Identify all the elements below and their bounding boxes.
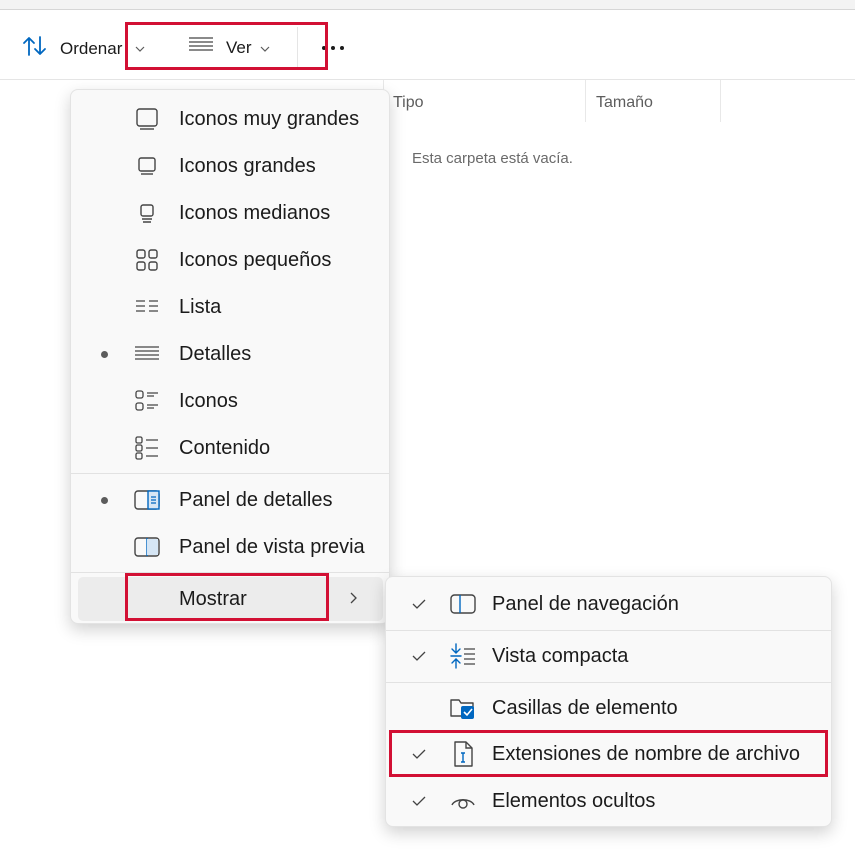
menu-item-label: Contenido xyxy=(179,436,271,459)
submenu-item-label: Vista compacta xyxy=(492,644,629,667)
item-checkboxes-icon xyxy=(449,694,477,722)
extra-large-icons-icon xyxy=(134,106,160,132)
menu-item-medium-icons[interactable]: Iconos medianos xyxy=(71,191,389,235)
empty-folder-message: Esta carpeta está vacía. xyxy=(412,150,573,167)
checkmark-icon xyxy=(410,647,428,665)
navigation-pane-icon xyxy=(449,590,477,618)
sort-button-label: Ordenar xyxy=(60,38,123,58)
checkmark-icon xyxy=(410,595,428,613)
submenu-item-navigation-pane[interactable]: Panel de navegación xyxy=(386,581,831,627)
window-top-edge xyxy=(0,0,855,10)
selected-bullet-icon xyxy=(101,496,108,504)
sort-icon xyxy=(22,35,48,62)
menu-divider xyxy=(386,682,831,683)
menu-item-label: Iconos muy grandes xyxy=(179,107,360,130)
show-submenu: Panel de navegación Vista compacta Casil… xyxy=(385,576,832,827)
medium-icons-icon xyxy=(134,200,160,226)
selected-bullet-icon xyxy=(101,350,108,358)
highlight-box xyxy=(125,22,328,70)
submenu-item-label: Elementos ocultos xyxy=(492,789,656,812)
sort-button[interactable]: Ordenar xyxy=(22,35,122,62)
menu-item-small-icons[interactable]: Iconos pequeños xyxy=(71,238,389,282)
menu-item-list[interactable]: Lista xyxy=(71,285,389,329)
menu-item-label: Panel de detalles xyxy=(179,488,333,511)
view-menu: Iconos muy grandes Iconos grandes Iconos… xyxy=(70,89,390,624)
chevron-right-icon xyxy=(347,588,359,611)
menu-item-label: Lista xyxy=(179,295,222,318)
menu-item-extra-large-icons[interactable]: Iconos muy grandes xyxy=(71,97,389,141)
tiles-icon xyxy=(134,388,160,414)
menu-divider xyxy=(386,630,831,631)
column-divider xyxy=(720,80,721,122)
menu-item-label: Iconos pequeños xyxy=(179,248,332,271)
menu-item-tiles[interactable]: Iconos xyxy=(71,379,389,423)
menu-item-content[interactable]: Contenido xyxy=(71,426,389,470)
preview-pane-icon xyxy=(134,534,160,560)
column-header-size[interactable]: Tamaño xyxy=(596,94,653,136)
checkmark-icon xyxy=(410,792,428,810)
menu-item-details[interactable]: Detalles xyxy=(71,332,389,376)
menu-item-label: Detalles xyxy=(179,342,252,365)
highlight-box xyxy=(125,573,329,621)
menu-divider xyxy=(71,473,389,474)
column-divider xyxy=(585,80,586,122)
submenu-item-item-checkboxes[interactable]: Casillas de elemento xyxy=(386,685,831,731)
menu-item-label: Iconos medianos xyxy=(179,201,331,224)
menu-item-label: Panel de vista previa xyxy=(179,535,365,558)
submenu-item-hidden-items[interactable]: Elementos ocultos xyxy=(386,778,831,824)
details-icon xyxy=(134,341,160,367)
menu-item-label: Iconos xyxy=(179,389,238,412)
details-pane-icon xyxy=(134,487,160,513)
menu-item-large-icons[interactable]: Iconos grandes xyxy=(71,144,389,188)
column-header-type[interactable]: Tipo xyxy=(393,94,424,136)
menu-item-details-pane[interactable]: Panel de detalles xyxy=(71,478,389,522)
submenu-item-compact-view[interactable]: Vista compacta xyxy=(386,633,831,679)
submenu-item-label: Panel de navegación xyxy=(492,592,679,615)
hidden-items-icon xyxy=(449,787,477,815)
highlight-box xyxy=(389,730,828,777)
submenu-item-label: Casillas de elemento xyxy=(492,696,678,719)
compact-view-icon xyxy=(449,642,477,670)
content-icon xyxy=(134,435,160,461)
list-icon xyxy=(134,294,160,320)
menu-item-preview-pane[interactable]: Panel de vista previa xyxy=(71,525,389,569)
small-icons-icon xyxy=(134,247,160,273)
large-icons-icon xyxy=(134,153,160,179)
menu-item-label: Iconos grandes xyxy=(179,154,316,177)
